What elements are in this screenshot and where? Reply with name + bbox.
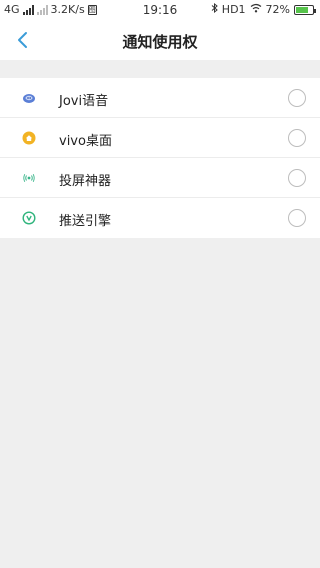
list-item-vivo-launcher[interactable]: vivo桌面 [0, 118, 320, 158]
radio-button[interactable] [288, 169, 306, 187]
wifi-icon [250, 3, 262, 16]
cast-icon [22, 171, 36, 185]
item-label: vivo桌面 [59, 134, 112, 149]
battery-fill [296, 6, 308, 13]
item-label: 投屏神器 [59, 174, 112, 189]
radio-button[interactable] [288, 209, 306, 227]
header: 通知使用权 [0, 20, 320, 60]
battery-percent: 72% [265, 3, 290, 16]
home-icon [22, 131, 36, 145]
page-title: 通知使用权 [122, 33, 198, 51]
hd-label: HD1 [221, 3, 246, 16]
battery-icon [294, 4, 316, 15]
app-list: Jovi语音 vivo桌面 投屏神器 推送引擎 [0, 78, 320, 238]
status-bar: 4G 3.2K/s 图 19:16 HD1 72% [0, 0, 320, 20]
radio-button[interactable] [288, 129, 306, 147]
radio-button[interactable] [288, 89, 306, 107]
screen: 4G 3.2K/s 图 19:16 HD1 72% 通知使用权 Jovi语音 v… [0, 0, 320, 568]
list-item-jovi[interactable]: Jovi语音 [0, 78, 320, 118]
jovi-icon [22, 91, 36, 105]
list-item-screen-cast[interactable]: 投屏神器 [0, 158, 320, 198]
item-label: 推送引擎 [59, 214, 112, 229]
bluetooth-icon [211, 2, 218, 16]
push-engine-icon [22, 211, 36, 225]
status-right: HD1 72% [211, 2, 316, 16]
list-item-push-engine[interactable]: 推送引擎 [0, 198, 320, 238]
item-label: Jovi语音 [59, 94, 109, 109]
